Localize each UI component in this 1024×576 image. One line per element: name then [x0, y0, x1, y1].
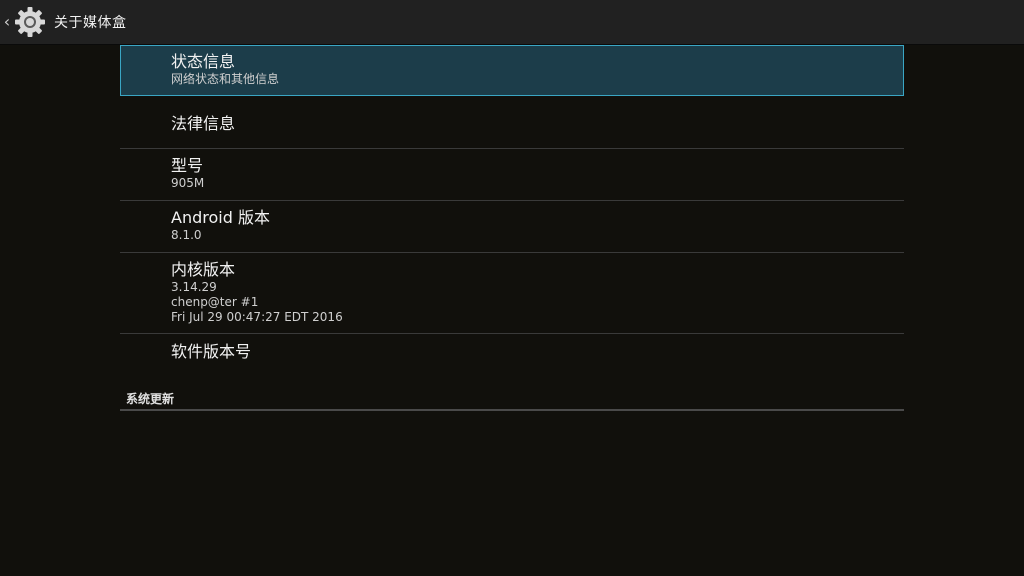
pref-title: 法律信息 — [171, 114, 236, 133]
about-screen: ‹ 关于媒体盒 状态信息 网络状态和其他信息 法律信息 型号 905M Andr… — [0, 0, 1024, 576]
pref-item-status[interactable]: 状态信息 网络状态和其他信息 — [120, 45, 904, 96]
preference-list: 状态信息 网络状态和其他信息 法律信息 型号 905M Android 版本 8… — [120, 45, 904, 382]
pref-summary-line: Fri Jul 29 00:47:27 EDT 2016 — [171, 310, 343, 324]
pref-title: 型号 — [171, 156, 204, 175]
pref-title: 软件版本号 — [171, 342, 252, 361]
pref-item-build-number[interactable]: 软件版本号 — [120, 334, 904, 382]
pref-summary-line: chenp@ter #1 — [171, 295, 259, 309]
back-caret-icon: ‹ — [3, 12, 11, 31]
pref-title: Android 版本 — [171, 208, 270, 227]
action-bar: ‹ 关于媒体盒 — [0, 0, 1024, 44]
pref-item-kernel-version[interactable]: 内核版本 3.14.29 chenp@ter #1 Fri Jul 29 00:… — [120, 253, 904, 334]
pref-summary: 905M — [171, 176, 205, 190]
pref-item-model[interactable]: 型号 905M — [120, 149, 904, 201]
section-header-system-update: 系统更新 — [120, 390, 904, 411]
pref-item-legal[interactable]: 法律信息 — [120, 96, 904, 149]
pref-summary: 8.1.0 — [171, 228, 202, 242]
pref-title: 状态信息 — [171, 52, 236, 71]
action-bar-title: 关于媒体盒 — [54, 15, 127, 31]
gear-icon — [12, 4, 48, 40]
up-button[interactable]: ‹ — [0, 0, 48, 44]
pref-title: 内核版本 — [171, 260, 236, 279]
pref-item-android-version[interactable]: Android 版本 8.1.0 — [120, 201, 904, 253]
pref-summary-line: 3.14.29 — [171, 280, 217, 294]
pref-summary: 网络状态和其他信息 — [171, 72, 280, 86]
